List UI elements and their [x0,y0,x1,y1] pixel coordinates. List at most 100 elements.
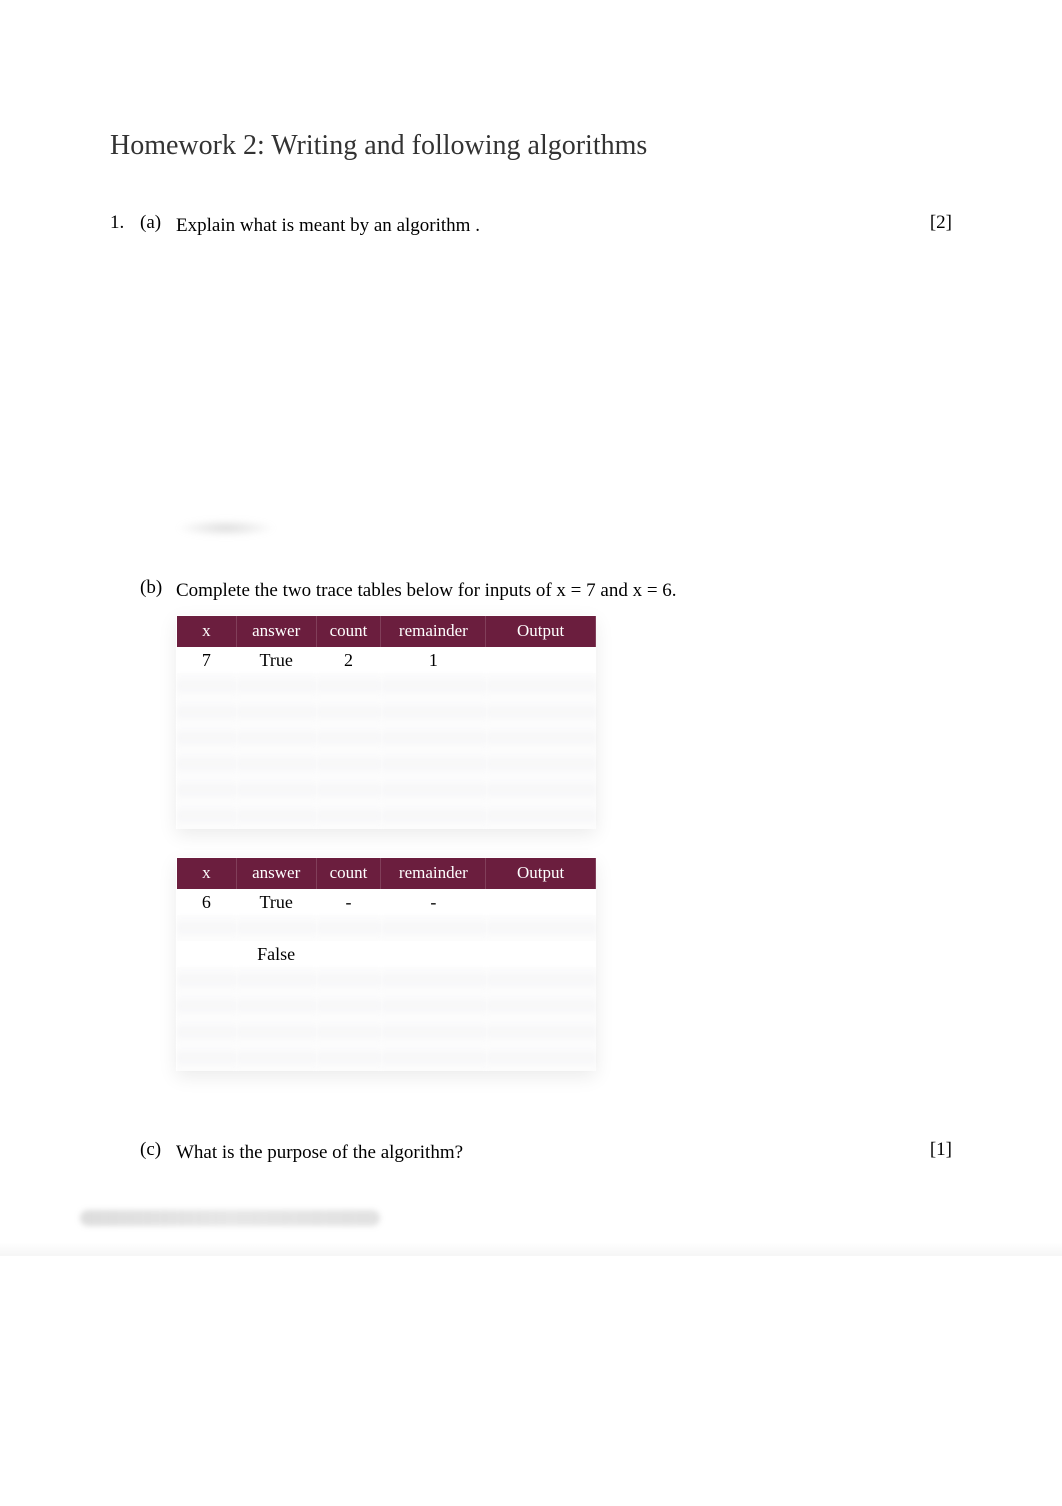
trace-tables-container: x answer count remainder Output 7 True 2… [176,615,952,1071]
cell-x [177,699,237,725]
cell-x: 6 [177,889,237,915]
cell-output [486,941,596,967]
cell-output [486,803,596,829]
table-header-row: x answer count remainder Output [177,616,596,648]
cell-remainder [381,941,486,967]
cell-answer: True [236,889,316,915]
cell-output [486,1045,596,1071]
header-x: x [177,616,237,648]
cell-answer [236,803,316,829]
cell-answer: True [236,647,316,673]
table-row [177,751,596,777]
header-answer: answer [236,858,316,890]
page-title: Homework 2: Writing and following algori… [110,130,952,162]
question-1a-label: (a) [140,212,176,234]
header-count: count [316,858,381,890]
trace-table-x7: x answer count remainder Output 7 True 2… [176,615,596,829]
cell-remainder: - [381,889,486,915]
cell-remainder [381,673,486,699]
question-1c-label: (c) [140,1139,176,1161]
cell-answer [236,993,316,1019]
cell-output [486,993,596,1019]
cell-remainder [381,777,486,803]
cell-x [177,941,237,967]
cell-x [177,725,237,751]
header-count: count [316,616,381,648]
table-row: 6 True - - [177,889,596,915]
cell-count [316,699,381,725]
question-1c-text: What is the purpose of the algorithm? [176,1139,912,1168]
cell-output [486,915,596,941]
cell-count [316,941,381,967]
header-answer: answer [236,616,316,648]
cell-output [486,777,596,803]
table-row: 7 True 2 1 [177,647,596,673]
obscured-footer [80,1210,380,1226]
question-number: 1. [110,212,140,234]
table-row [177,915,596,941]
cell-count [316,777,381,803]
cell-x [177,915,237,941]
q1a-suffix: . [475,215,480,236]
cell-count [316,725,381,751]
question-1a-text: Explain what is meant by an algorithm . [176,212,912,241]
question-1c-row: (c) What is the purpose of the algorithm… [110,1139,952,1168]
question-1c-marks: [1] [912,1139,952,1161]
cell-answer [236,725,316,751]
table-row [177,1045,596,1071]
cell-remainder [381,803,486,829]
cell-x [177,777,237,803]
cell-remainder [381,699,486,725]
cell-x [177,993,237,1019]
header-x: x [177,858,237,890]
answer-space-1a [110,249,952,519]
question-1b-label: (b) [140,577,176,599]
cell-count [316,1019,381,1045]
cell-answer [236,751,316,777]
table-header-row: x answer count remainder Output [177,858,596,890]
table-row [177,673,596,699]
cell-output [486,725,596,751]
cell-count [316,803,381,829]
cell-remainder [381,967,486,993]
cell-x [177,967,237,993]
trace-table-x6: x answer count remainder Output 6 True -… [176,857,596,1071]
cell-x [177,751,237,777]
table-row [177,1019,596,1045]
cell-count [316,1045,381,1071]
cell-count: - [316,889,381,915]
header-remainder: remainder [381,616,486,648]
cell-remainder [381,725,486,751]
spacer [110,1099,952,1139]
cell-remainder: 1 [381,647,486,673]
cell-answer [236,1045,316,1071]
cell-answer: False [236,941,316,967]
cell-remainder [381,993,486,1019]
worksheet-page: Homework 2: Writing and following algori… [0,0,1062,1506]
cell-remainder [381,1019,486,1045]
cell-output [486,1019,596,1045]
cell-count [316,673,381,699]
cell-x: 7 [177,647,237,673]
table-row [177,699,596,725]
q1a-keyword: algorithm [397,215,471,236]
page-shadow [0,1242,1062,1256]
question-1a-marks: [2] [912,212,952,234]
cell-answer [236,1019,316,1045]
question-1b-text: Complete the two trace tables below for … [176,577,912,606]
cell-count [316,993,381,1019]
cell-answer [236,777,316,803]
cell-remainder [381,1045,486,1071]
cell-count: 2 [316,647,381,673]
cell-output [486,647,596,673]
cell-count [316,751,381,777]
table-row: False [177,941,596,967]
cell-x [177,1045,237,1071]
cell-answer [236,673,316,699]
table-row [177,967,596,993]
cell-count [316,967,381,993]
q1a-prefix: Explain what is meant by an [176,215,397,236]
cell-remainder [381,915,486,941]
table-row [177,803,596,829]
cell-output [486,889,596,915]
